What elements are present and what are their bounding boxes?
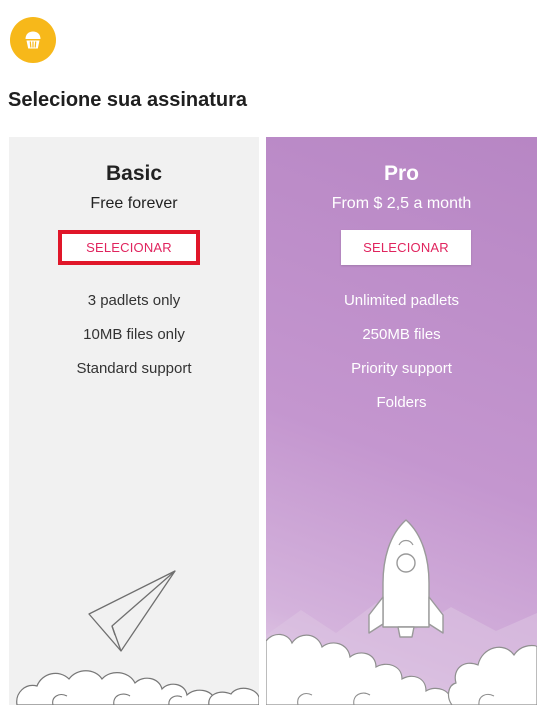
select-pro-button[interactable]: SELECIONAR [341, 230, 471, 265]
paper-plane-icon [16, 570, 259, 705]
plan-name: Basic [105, 162, 163, 185]
plan-price: From $ 2,5 a month [331, 195, 472, 212]
plan-card-basic: Basic Free forever SELECIONAR 3 padlets … [9, 137, 259, 705]
rocket-icon [266, 519, 537, 705]
plan-price: Free forever [90, 195, 178, 212]
feature-item: 250MB files [362, 326, 441, 343]
feature-item: 10MB files only [83, 326, 185, 343]
feature-item: Standard support [76, 360, 192, 377]
app-logo[interactable] [10, 17, 56, 63]
feature-item: Folders [376, 394, 427, 411]
feature-item: Unlimited padlets [343, 292, 460, 309]
plan-name: Pro [383, 162, 419, 185]
feature-item: 3 padlets only [87, 292, 181, 309]
feature-list: Unlimited padlets 250MB files Priority s… [266, 292, 537, 428]
feature-list: 3 padlets only 10MB files only Standard … [9, 292, 259, 394]
plan-card-pro: Pro From $ 2,5 a month SELECIONAR Unlimi… [266, 137, 537, 705]
feature-item: Priority support [351, 360, 452, 377]
muffin-icon [25, 31, 41, 49]
page-title: Selecione sua assinatura [8, 89, 248, 111]
select-basic-button[interactable]: SELECIONAR [58, 230, 200, 265]
